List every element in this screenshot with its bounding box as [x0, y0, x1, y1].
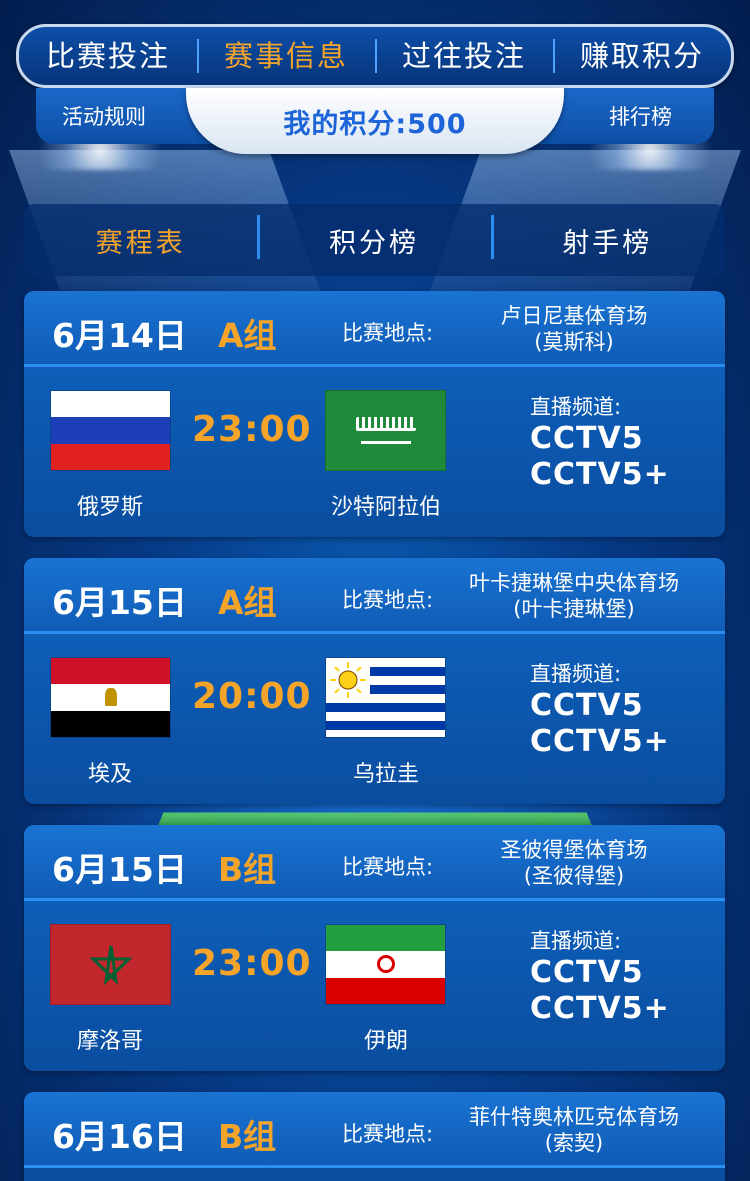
channel: CCTV5: [530, 688, 644, 723]
ranking-link[interactable]: 排行榜: [609, 101, 672, 131]
channel-label: 直播频道:: [530, 395, 622, 419]
channel: CCTV5+: [530, 991, 670, 1026]
rules-link[interactable]: 活动规则: [62, 101, 146, 131]
venue-label: 比赛地点:: [342, 321, 434, 345]
venue-city: (索契): [544, 1131, 604, 1155]
match-group: B组: [218, 850, 277, 889]
venue-name: 圣彼得堡体育场 (圣彼得堡): [439, 837, 709, 889]
venue-label: 比赛地点:: [342, 588, 434, 612]
match-group: A组: [218, 583, 277, 622]
tab-match-betting[interactable]: 比赛投注: [19, 27, 197, 85]
tab-top-scorers[interactable]: 射手榜: [490, 214, 724, 260]
venue-name: 卢日尼基体育场 (莫斯科): [439, 303, 709, 355]
match-card-header: 6月15日 A组 比赛地点: 叶卡捷琳堡中央体育场 (叶卡捷琳堡): [24, 558, 725, 634]
my-points-badge: 我的积分:500: [186, 88, 564, 154]
info-tabs: 赛程表 积分榜 射手榜: [24, 204, 724, 276]
match-date: 6月16日: [52, 1117, 187, 1156]
match-date: 6月15日: [52, 850, 187, 889]
away-team: 沙特阿拉伯: [330, 495, 441, 520]
tab-schedule[interactable]: 赛程表: [24, 221, 257, 260]
match-group: B组: [218, 1117, 277, 1156]
channel-label: 直播频道:: [530, 662, 622, 686]
match-card[interactable]: 6月15日 B组 比赛地点: 圣彼得堡体育场 (圣彼得堡) 23:00 摩洛哥 …: [24, 825, 725, 1071]
home-team: 俄罗斯: [76, 495, 143, 520]
venue-name: 菲什特奥林匹克体育场 (索契): [439, 1104, 709, 1156]
uruguay-flag-icon: [325, 657, 446, 738]
match-card-header: 6月15日 B组 比赛地点: 圣彼得堡体育场 (圣彼得堡): [24, 825, 725, 901]
kickoff-time: 23:00: [192, 943, 312, 984]
match-card[interactable]: 6月15日 A组 比赛地点: 叶卡捷琳堡中央体育场 (叶卡捷琳堡) 20:00: [24, 558, 725, 804]
match-card[interactable]: 6月14日 A组 比赛地点: 卢日尼基体育场 (莫斯科) 23:00 俄罗斯 沙…: [24, 291, 725, 537]
iran-flag-icon: [325, 924, 446, 1005]
channel-label: 直播频道:: [530, 929, 622, 953]
match-date: 6月14日: [52, 316, 187, 355]
venue-city: (圣彼得堡): [523, 864, 625, 888]
channel: CCTV5+: [530, 457, 670, 492]
venue-line: 菲什特奥林匹克体育场: [469, 1105, 679, 1129]
match-card-header: 6月14日 A组 比赛地点: 卢日尼基体育场 (莫斯科): [24, 291, 725, 367]
channel: CCTV5+: [530, 724, 670, 759]
venue-line: 圣彼得堡体育场: [500, 838, 648, 862]
saudi-arabia-flag-icon: [325, 390, 446, 471]
match-card[interactable]: 6月16日 B组 比赛地点: 菲什特奥林匹克体育场 (索契): [24, 1092, 725, 1181]
channel: CCTV5: [530, 955, 644, 990]
venue-line: 叶卡捷琳堡中央体育场: [469, 571, 679, 595]
match-card-header: 6月16日 B组 比赛地点: 菲什特奥林匹克体育场 (索契): [24, 1092, 725, 1168]
away-team: 乌拉圭: [352, 762, 419, 787]
venue-line: 卢日尼基体育场: [500, 304, 648, 328]
kickoff-time: 20:00: [192, 676, 312, 717]
home-team: 摩洛哥: [76, 1029, 143, 1054]
egypt-flag-icon: [50, 657, 171, 738]
kickoff-time: 23:00: [192, 409, 312, 450]
russia-flag-icon: [50, 390, 171, 471]
venue-city: (叶卡捷琳堡): [513, 597, 635, 621]
match-date: 6月15日: [52, 583, 187, 622]
venue-city: (莫斯科): [534, 330, 614, 354]
tab-match-info[interactable]: 赛事信息: [197, 27, 375, 85]
top-nav: 比赛投注 赛事信息 过往投注 赚取积分: [16, 24, 734, 88]
tab-standings[interactable]: 积分榜: [257, 214, 490, 260]
tab-past-bets[interactable]: 过往投注: [375, 27, 553, 85]
venue-label: 比赛地点:: [342, 855, 434, 879]
my-points-text: 我的积分:500: [283, 108, 467, 140]
tab-earn-points[interactable]: 赚取积分: [553, 27, 731, 85]
home-team: 埃及: [87, 762, 132, 787]
morocco-flag-icon: [50, 924, 171, 1005]
channel: CCTV5: [530, 421, 644, 456]
venue-name: 叶卡捷琳堡中央体育场 (叶卡捷琳堡): [439, 570, 709, 622]
away-team: 伊朗: [363, 1029, 408, 1054]
venue-label: 比赛地点:: [342, 1122, 434, 1146]
match-group: A组: [218, 316, 277, 355]
